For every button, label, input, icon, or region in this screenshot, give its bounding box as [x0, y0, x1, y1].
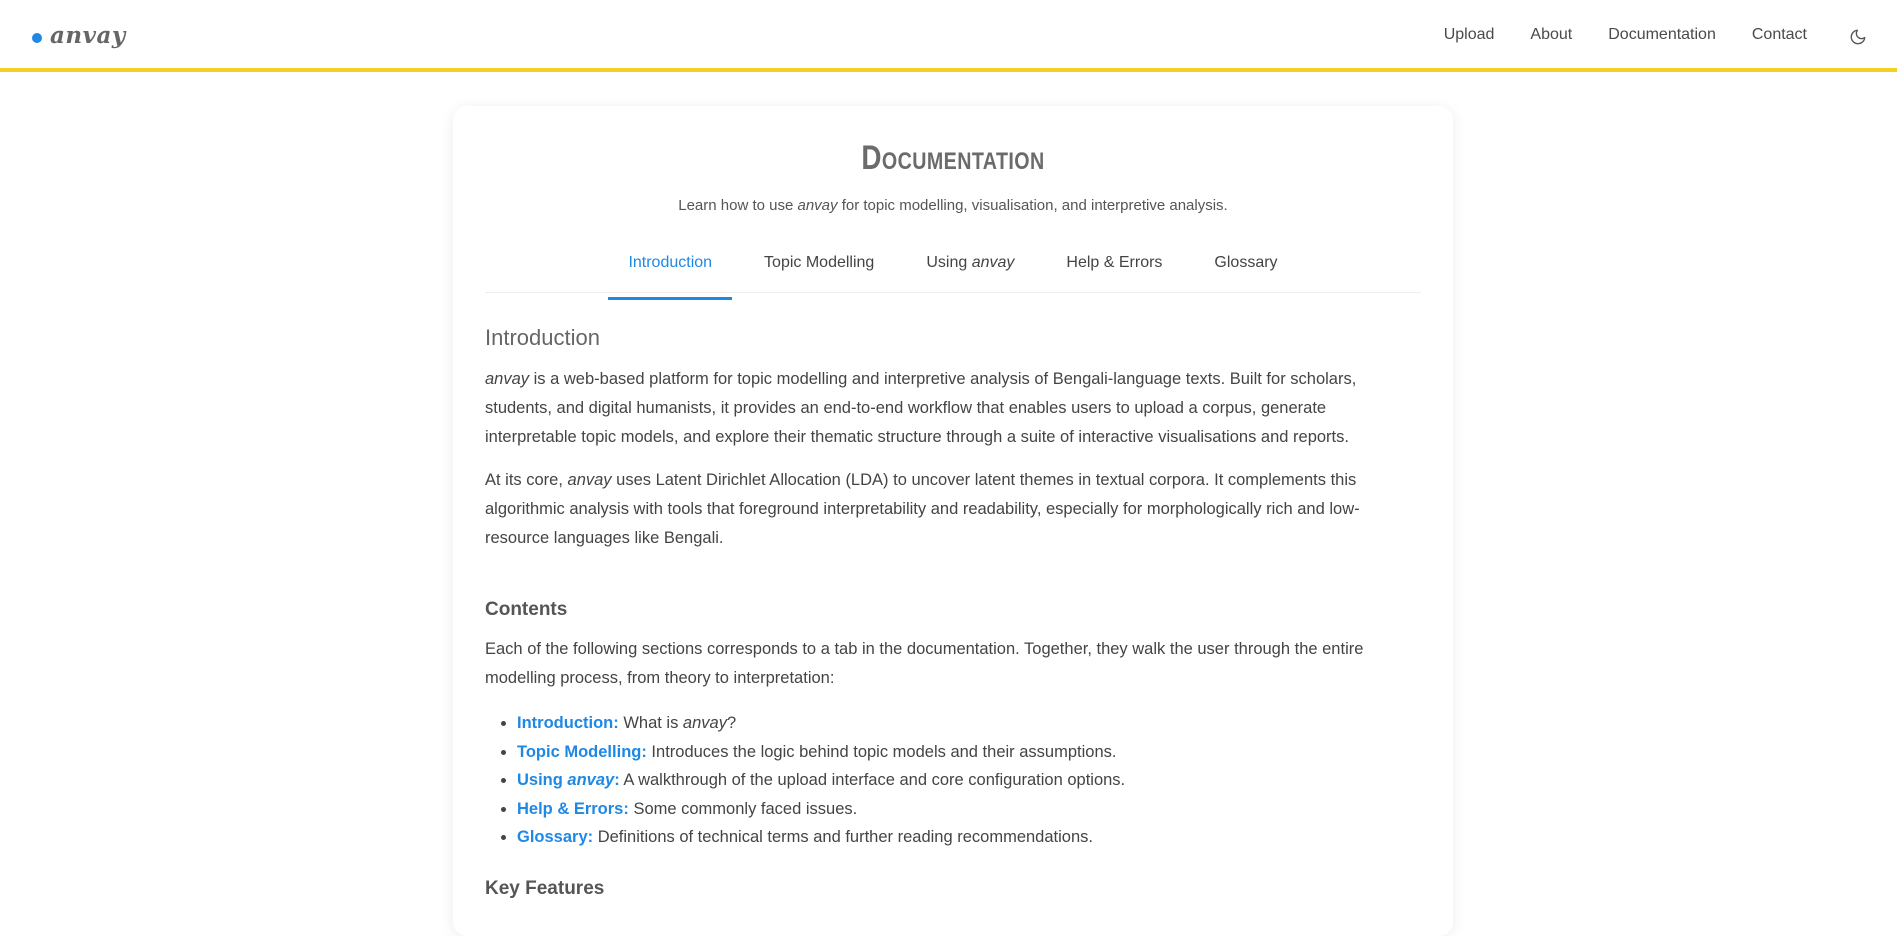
- page-title: Documentation: [861, 139, 1045, 177]
- nav-contact[interactable]: Contact: [1752, 26, 1807, 44]
- list-item: Help & Errors: Some commonly faced issue…: [517, 795, 1421, 824]
- list-item: Glossary: Definitions of technical terms…: [517, 823, 1421, 852]
- tab-using-label: Using: [926, 254, 972, 271]
- subtitle-text-start: Learn how to use: [678, 197, 798, 214]
- page-subtitle: Learn how to use anvay for topic modelli…: [485, 197, 1421, 214]
- tab-topic-modelling[interactable]: Topic Modelling: [744, 242, 894, 292]
- brand-logo[interactable]: anvay: [32, 22, 126, 49]
- brand-name: anvay: [50, 22, 126, 49]
- moon-icon: [1850, 29, 1866, 45]
- intro-paragraph-1: anvay is a web-based platform for topic …: [485, 365, 1421, 452]
- nav-about[interactable]: About: [1530, 26, 1572, 44]
- section-heading-key-features: Key Features: [485, 877, 605, 899]
- intro-p2-start: At its core,: [485, 471, 568, 489]
- contents-list: Introduction: What is anvay? Topic Model…: [485, 709, 1421, 852]
- intro-p2-text: uses Latent Dirichlet Allocation (LDA) t…: [485, 471, 1360, 547]
- tab-using-brand: anvay: [971, 254, 1015, 271]
- toc-desc: What is anvay?: [619, 714, 736, 732]
- toc-desc: Introduces the logic behind topic models…: [646, 742, 1117, 761]
- toc-link-using-text: Using: [517, 771, 568, 789]
- toc-desc-brand: anvay: [682, 714, 727, 732]
- intro-p1-brand: anvay: [485, 370, 530, 388]
- nav-upload[interactable]: Upload: [1444, 26, 1495, 44]
- list-item: Topic Modelling: Introduces the logic be…: [517, 738, 1421, 767]
- section-heading-introduction: Introduction: [485, 325, 600, 350]
- toc-desc: Definitions of technical terms and furth…: [593, 828, 1093, 846]
- tab-glossary[interactable]: Glossary: [1194, 242, 1297, 292]
- toc-desc-end: ?: [726, 714, 737, 732]
- tab-using-anvay[interactable]: Using anvay: [906, 242, 1034, 292]
- toc-desc: Some commonly faced issues.: [628, 799, 858, 818]
- documentation-card: Documentation Learn how to use anvay for…: [453, 106, 1453, 936]
- intro-p2-brand: anvay: [567, 471, 612, 489]
- contents-description: Each of the following sections correspon…: [485, 640, 1364, 687]
- tab-content-introduction: Introduction anvay is a web-based platfo…: [485, 293, 1421, 900]
- top-navbar: anvay Upload About Documentation Contact: [0, 0, 1897, 72]
- section-heading-contents: Contents: [485, 599, 568, 620]
- subtitle-brand: anvay: [797, 197, 838, 214]
- toc-link-topic-modelling[interactable]: Topic Modelling:: [517, 743, 647, 761]
- toc-link-using-brand: anvay: [567, 771, 615, 789]
- toc-link-glossary[interactable]: Glossary:: [517, 828, 593, 846]
- intro-paragraph-2: At its core, anvay uses Latent Dirichlet…: [485, 466, 1421, 553]
- main-nav: Upload About Documentation Contact: [1408, 22, 1869, 48]
- theme-toggle-button[interactable]: [1847, 26, 1869, 48]
- intro-p1-text: is a web-based platform for topic modell…: [485, 370, 1357, 446]
- toc-desc-text: What is: [618, 714, 683, 732]
- toc-link-using-anvay[interactable]: Using anvay:: [517, 771, 620, 789]
- subtitle-text-end: for topic modelling, visualisation, and …: [837, 197, 1228, 214]
- toc-link-introduction[interactable]: Introduction:: [517, 714, 619, 732]
- nav-documentation[interactable]: Documentation: [1608, 26, 1716, 44]
- toc-desc: A walkthrough of the upload interface an…: [619, 771, 1126, 789]
- list-item: Introduction: What is anvay?: [517, 709, 1421, 738]
- toc-link-help-errors[interactable]: Help & Errors:: [517, 800, 629, 818]
- logo-dot-icon: [32, 32, 42, 43]
- tab-introduction[interactable]: Introduction: [608, 242, 732, 300]
- list-item: Using anvay: A walkthrough of the upload…: [517, 766, 1421, 795]
- tab-help-errors[interactable]: Help & Errors: [1046, 242, 1182, 292]
- doc-tabs: Introduction Topic Modelling Using anvay…: [485, 242, 1421, 300]
